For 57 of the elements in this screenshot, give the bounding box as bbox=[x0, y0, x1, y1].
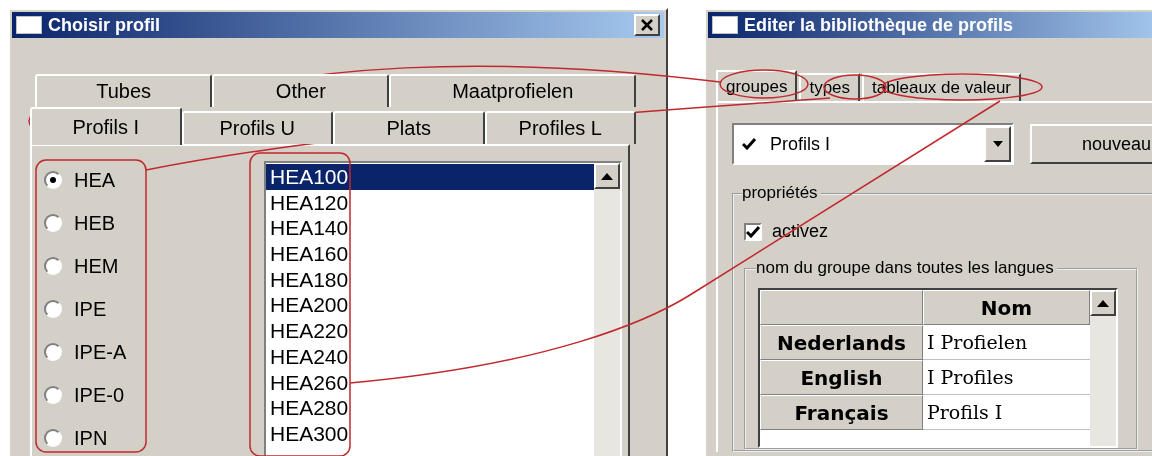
radio-label[interactable]: HEM bbox=[74, 254, 119, 278]
radio-label[interactable]: IPN bbox=[74, 426, 108, 450]
column-header: Nom bbox=[923, 290, 1090, 325]
list-item[interactable]: HEA280 bbox=[266, 395, 594, 421]
up-arrow-icon bbox=[1097, 299, 1109, 307]
checkbox[interactable] bbox=[744, 222, 762, 241]
list-item[interactable]: HEA300 bbox=[266, 420, 594, 447]
close-icon bbox=[640, 19, 654, 31]
radio-button[interactable] bbox=[44, 300, 62, 318]
window-icon bbox=[712, 16, 738, 34]
scrollbar[interactable] bbox=[1090, 290, 1116, 446]
window-icon bbox=[16, 16, 42, 34]
tab[interactable]: Profils U bbox=[181, 111, 333, 144]
radio-button[interactable] bbox=[44, 214, 62, 232]
radio-label[interactable]: HEA bbox=[74, 168, 116, 192]
scroll-up-button[interactable] bbox=[1090, 290, 1116, 316]
new-button[interactable]: nouveau bbox=[1030, 124, 1152, 164]
list-item[interactable]: HEA140 bbox=[266, 215, 594, 242]
row-header: English bbox=[760, 360, 923, 395]
check-icon bbox=[742, 138, 756, 150]
group-dropdown[interactable]: Profils I bbox=[732, 123, 1014, 165]
list-item[interactable]: HEA260 bbox=[266, 369, 594, 396]
close-button[interactable] bbox=[634, 14, 660, 36]
tab[interactable]: Profiles L bbox=[484, 111, 636, 144]
radio-label[interactable]: IPE bbox=[74, 297, 107, 321]
list-item[interactable]: HEA100 bbox=[266, 164, 594, 190]
list-item[interactable]: HEA160 bbox=[266, 241, 594, 267]
check-icon bbox=[746, 225, 760, 238]
group-legend: nom du groupe dans toutes les langues bbox=[756, 258, 1057, 278]
tab[interactable]: Maatprofielen bbox=[389, 74, 636, 107]
list-item[interactable]: HEA120 bbox=[266, 189, 594, 216]
list-item[interactable]: HEA180 bbox=[266, 266, 594, 293]
radio-button[interactable] bbox=[44, 171, 62, 189]
radio-label[interactable]: IPE-0 bbox=[74, 383, 125, 407]
scroll-up-button[interactable] bbox=[594, 163, 620, 189]
row-header: Nederlands bbox=[760, 325, 923, 360]
radio-button[interactable] bbox=[44, 343, 62, 361]
list-item[interactable]: HEA200 bbox=[266, 292, 594, 319]
tab[interactable]: Tubes bbox=[35, 74, 213, 107]
radio-button[interactable] bbox=[44, 386, 62, 404]
row-header: Français bbox=[760, 395, 923, 430]
scrollbar[interactable] bbox=[594, 163, 620, 456]
list-item[interactable]: HEA240 bbox=[266, 343, 594, 370]
window-title: Choisir profil bbox=[48, 14, 161, 36]
list-item[interactable]: HEA220 bbox=[266, 318, 594, 344]
tab[interactable]: Plats bbox=[333, 111, 485, 144]
tab[interactable]: groupes bbox=[716, 70, 798, 101]
radio-button[interactable] bbox=[44, 257, 62, 275]
group-legend: propriétés bbox=[742, 183, 821, 203]
caret-icon bbox=[992, 141, 1003, 147]
radio-label[interactable]: IPE-A bbox=[74, 340, 127, 364]
radio-label[interactable]: HEB bbox=[74, 211, 116, 235]
up-arrow-icon bbox=[601, 172, 613, 180]
radio-button[interactable] bbox=[44, 429, 62, 447]
tab[interactable]: Other bbox=[212, 74, 390, 107]
dropdown-button[interactable] bbox=[984, 126, 1011, 162]
window-title: Editer la bibliothèque de profils bbox=[744, 14, 1015, 36]
